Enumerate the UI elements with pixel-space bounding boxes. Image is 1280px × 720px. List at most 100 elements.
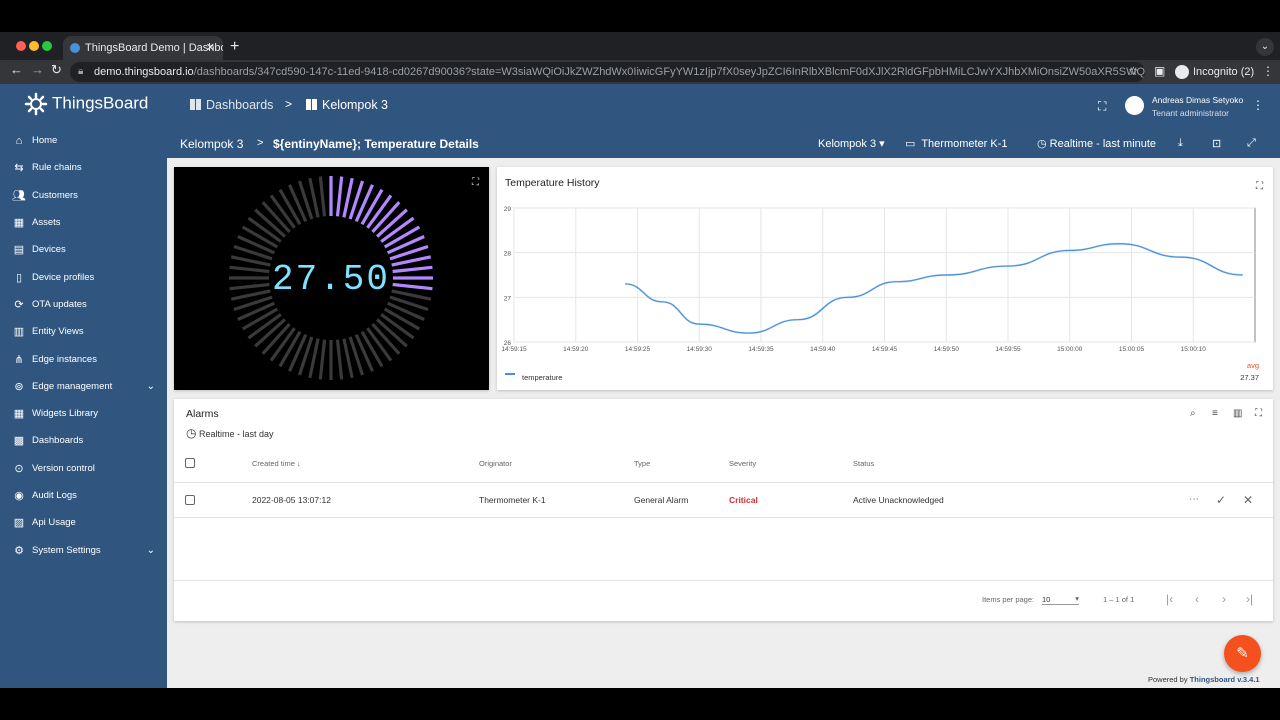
sidebar-item-ota-updates[interactable]: ⟳ OTA updates xyxy=(0,291,167,318)
state-selector[interactable]: Kelompok 3 ▾ xyxy=(818,137,885,150)
sidebar-item-home[interactable]: ⌂ Home xyxy=(0,127,167,154)
first-page-icon[interactable]: |‹ xyxy=(1166,592,1173,606)
sidebar-item-label: Edge management xyxy=(32,380,113,392)
column-status[interactable]: Status xyxy=(853,459,874,468)
search-icon[interactable]: ⌕ xyxy=(1190,408,1196,419)
maximize-window-button[interactable] xyxy=(42,41,52,51)
sidebar-item-label: Devices xyxy=(32,244,66,256)
acknowledge-check-icon[interactable]: ✓ xyxy=(1216,493,1226,507)
row-checkbox[interactable] xyxy=(185,495,195,505)
clear-close-icon[interactable]: ✕ xyxy=(1243,493,1253,507)
incognito-indicator[interactable]: Incognito (2) xyxy=(1175,62,1254,82)
sidebar-item-dashboards[interactable]: ▩ Dashboards xyxy=(0,427,167,454)
filter-icon[interactable]: ≡ xyxy=(1212,408,1218,419)
last-page-icon[interactable]: ›| xyxy=(1246,592,1253,606)
temperature-gauge-widget: 27.50 ⛶ xyxy=(174,167,489,390)
column-type[interactable]: Type xyxy=(634,459,650,468)
items-per-page-select[interactable]: 10 ▾ xyxy=(1042,594,1079,605)
forward-arrow-icon[interactable]: → xyxy=(31,62,44,77)
new-tab-button[interactable]: + xyxy=(230,38,239,56)
sidepanel-icon[interactable]: ▣ xyxy=(1154,64,1165,78)
thingsboard-logo-icon xyxy=(24,92,48,116)
alarms-timewindow[interactable]: ◷ Realtime - last day xyxy=(186,426,274,440)
powered-brand[interactable]: Thingsboard v.3.4.1 xyxy=(1190,675,1260,684)
sidebar-item-system-settings[interactable]: ⚙ System Settings ⌄ xyxy=(0,536,167,563)
breadcrumb-separator: > xyxy=(285,97,293,111)
sidebar-item-assets[interactable]: ▦ Assets xyxy=(0,209,167,236)
browser-tab[interactable]: ThingsBoard Demo | Dashboa ✕ xyxy=(63,36,223,60)
series-line-temperature xyxy=(625,243,1243,334)
sidebar-item-customers[interactable]: 👥︎ Customers xyxy=(0,182,167,209)
close-window-button[interactable] xyxy=(16,41,26,51)
browser-menu-icon[interactable]: ⋮ xyxy=(1262,64,1274,78)
timewindow-selector[interactable]: ◷ Realtime - last minute xyxy=(1037,137,1156,150)
chevron-down-icon[interactable]: ⌄ xyxy=(147,381,155,392)
close-icon[interactable]: ✕ xyxy=(206,36,215,60)
entity-alias-selector[interactable]: ▭ Thermometer K-1 xyxy=(905,137,1008,150)
entity-views-icon: ▥ xyxy=(13,326,25,339)
reload-icon[interactable]: ↻ xyxy=(51,62,62,78)
sidebar-item-rule-chains[interactable]: ⇆ Rule chains xyxy=(0,154,167,181)
dashboard-fullscreen-icon[interactable]: ⤢ xyxy=(1247,137,1256,150)
sidebar-item-audit-logs[interactable]: ◉ Audit Logs xyxy=(0,482,167,509)
logo[interactable]: ThingsBoard xyxy=(24,92,148,116)
user-menu-icon[interactable]: ⋮ xyxy=(1252,98,1264,112)
legend-avg-value: 27.37 xyxy=(1240,373,1259,382)
entity-label: Thermometer K-1 xyxy=(921,138,1008,150)
gauge-tick xyxy=(335,339,344,380)
rule-chain-icon: ⇆ xyxy=(14,162,24,175)
user-role: Tenant administrator xyxy=(1152,108,1230,118)
gauge-svg: 27.50 xyxy=(229,176,433,380)
minimize-window-button[interactable] xyxy=(29,41,39,51)
legend-series-label: temperature xyxy=(522,373,563,382)
sidebar-item-device-profiles[interactable]: ▯ Device profiles xyxy=(0,263,167,290)
version-control-icon: ⊙ xyxy=(14,462,24,475)
sidebar-item-label: Widgets Library xyxy=(32,408,98,420)
breadcrumb-dashboards[interactable]: Dashboards xyxy=(190,98,273,112)
home-icon: ⌂ xyxy=(15,134,23,147)
settings-icon: ⚙ xyxy=(14,544,24,557)
user-info[interactable]: Andreas Dimas Setyoko Tenant administrat… xyxy=(1152,94,1243,120)
avatar[interactable] xyxy=(1125,96,1144,115)
breadcrumb-current: Kelompok 3 xyxy=(306,98,388,112)
tab-search-button[interactable]: ⌄ xyxy=(1256,38,1274,56)
fullscreen-icon[interactable]: ⛶ xyxy=(1098,99,1106,114)
edit-dashboard-button[interactable]: ✎ xyxy=(1224,635,1261,672)
more-horizontal-icon[interactable]: ⋯ xyxy=(1189,494,1199,505)
sidebar-item-widgets-library[interactable]: ▦ Widgets Library xyxy=(0,400,167,427)
url-input[interactable]: 🔒︎ demo.thingsboard.io/dashboards/347cd5… xyxy=(70,62,1145,82)
column-originator[interactable]: Originator xyxy=(479,459,512,468)
widgets-icon: ▦ xyxy=(13,408,25,421)
bookmark-star-icon[interactable]: ☆ xyxy=(1128,64,1139,78)
audit-logs-icon: ◉ xyxy=(14,490,24,502)
x-tick-label: 14:59:50 xyxy=(934,346,960,353)
sidebar-item-entity-views[interactable]: ▥ Entity Views xyxy=(0,318,167,345)
sidebar-item-edge-management[interactable]: ⊚ Edge management ⌄ xyxy=(0,373,167,400)
dashboard-title[interactable]: Kelompok 3 xyxy=(180,137,243,151)
user-name: Andreas Dimas Setyoko xyxy=(1152,95,1244,105)
temperature-history-widget: Temperature History ⛶ 26 27 28 29 14:59:15 14… xyxy=(497,167,1273,390)
sidebar-item-edge-instances[interactable]: ⋔ Edge instances xyxy=(0,345,167,372)
pagination-range: 1 – 1 of 1 xyxy=(1103,595,1135,604)
gauge-tick xyxy=(392,282,433,291)
chevron-down-icon[interactable]: ⌄ xyxy=(147,545,155,556)
url-path: /dashboards/347cd590-147c-11ed-9418-cd02… xyxy=(193,66,1145,78)
columns-icon[interactable]: ▥ xyxy=(1233,408,1242,419)
column-severity[interactable]: Severity xyxy=(729,459,756,468)
logo-text: ThingsBoard xyxy=(52,93,149,113)
gauge-tick xyxy=(318,176,327,217)
column-created-time[interactable]: Created time ↓ xyxy=(252,459,301,468)
sidebar-item-version-control[interactable]: ⊙ Version control xyxy=(0,455,167,482)
next-page-icon[interactable]: › xyxy=(1222,592,1226,606)
select-all-checkbox[interactable] xyxy=(185,458,195,468)
widget-fullscreen-icon[interactable]: ⛶ xyxy=(1255,408,1262,419)
back-arrow-icon[interactable]: ← xyxy=(10,62,23,77)
prev-page-icon[interactable]: ‹ xyxy=(1195,592,1199,606)
sidebar-item-api-usage[interactable]: ▨ Api Usage xyxy=(0,509,167,536)
alarms-widget: Alarms ◷ Realtime - last day ⌕ ≡ ▥ ⛶ Cre… xyxy=(174,399,1273,621)
export-image-icon[interactable]: ⊡ xyxy=(1212,137,1221,150)
lock-icon: 🔒︎ xyxy=(78,66,84,77)
sidebar-item-devices[interactable]: ▤ Devices xyxy=(0,236,167,263)
download-icon[interactable]: ⤓ xyxy=(1178,137,1183,150)
widget-fullscreen-icon[interactable]: ⛶ xyxy=(472,177,479,188)
